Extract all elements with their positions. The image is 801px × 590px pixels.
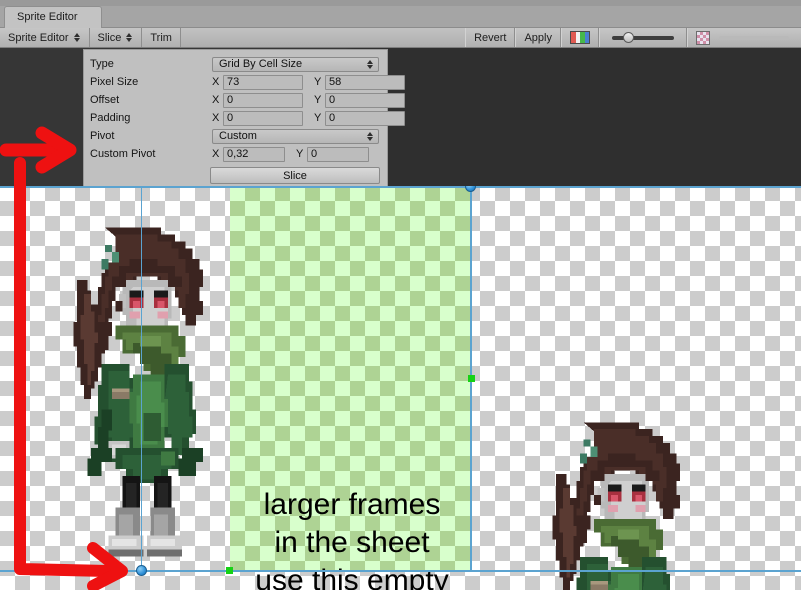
rgb-channel-icon — [570, 31, 590, 44]
sprite-sheet-canvas[interactable]: larger frames in the sheet use this empt… — [0, 186, 801, 590]
slice-type-label: Type — [90, 58, 114, 70]
axis-y-label: Y — [314, 76, 322, 88]
pivot-value: Custom — [219, 130, 257, 142]
slice-type-dropdown[interactable]: Grid By Cell Size — [212, 56, 379, 72]
empty-space-note: larger frames in the sheet use this empt… — [232, 486, 472, 590]
selection-border-top — [0, 186, 801, 188]
pivot-marker-right[interactable] — [468, 375, 475, 382]
chevron-updown-icon — [367, 131, 374, 142]
offset-label: Offset — [90, 94, 120, 106]
alpha-checker-icon — [696, 30, 710, 45]
axis-x-label: X — [212, 76, 220, 88]
selection-border-bottom — [0, 570, 801, 572]
axis-x-label: X — [212, 94, 220, 106]
slice-row-custom-pivot: Custom Pivot X 0,32 Y 0 — [90, 145, 379, 163]
editor-toolbar: Sprite Editor Slice Trim Revert Apply — [0, 28, 801, 48]
toolbar-sprite-editor-menu[interactable]: Sprite Editor — [0, 28, 90, 47]
slice-row-padding: Padding X 0 Y 0 — [90, 109, 405, 127]
alpha-slider-track[interactable] — [719, 35, 789, 40]
selection-handle-bottom-left[interactable] — [136, 565, 147, 576]
selection-border-left — [141, 186, 142, 572]
zoom-slider-knob[interactable] — [623, 32, 635, 43]
slice-type-value: Grid By Cell Size — [219, 58, 303, 70]
toolbar-slice-label: Slice — [97, 31, 122, 44]
offset-x-input[interactable]: 0 — [223, 92, 303, 108]
pixel-size-y-input[interactable]: 58 — [325, 74, 405, 90]
pivot-label: Pivot — [90, 130, 115, 142]
updown-arrow-icon — [126, 32, 133, 43]
empty-space-note-line-2: in the sheet — [274, 526, 430, 559]
rgb-channel-toggle[interactable] — [561, 28, 599, 47]
toolbar-sprite-editor-label: Sprite Editor — [8, 31, 69, 44]
pixel-size-label: Pixel Size — [90, 76, 139, 88]
padding-y-input[interactable]: 0 — [325, 110, 405, 126]
alpha-slider[interactable] — [687, 28, 801, 47]
window-chrome-strip — [0, 0, 801, 6]
axis-x-label: X — [212, 148, 220, 160]
axis-y-label: Y — [296, 148, 304, 160]
toolbar-right-group: Revert Apply — [465, 28, 801, 47]
slice-row-pivot: Pivot Custom — [90, 127, 379, 145]
offset-y-input[interactable]: 0 — [325, 92, 405, 108]
zoom-slider-control[interactable] — [608, 28, 678, 47]
axis-y-label: Y — [314, 94, 322, 106]
pixel-size-fields: X 73 Y 58 — [212, 74, 405, 90]
chevron-updown-icon — [367, 59, 374, 70]
custom-pivot-label: Custom Pivot — [90, 148, 156, 160]
apply-label: Apply — [524, 31, 552, 44]
selection-handle-top-right[interactable] — [465, 186, 476, 192]
axis-y-label: Y — [314, 112, 322, 124]
padding-x-input[interactable]: 0 — [223, 110, 303, 126]
padding-fields: X 0 Y 0 — [212, 110, 405, 126]
empty-space-note-line-1: larger frames — [263, 488, 441, 521]
toolbar-spacer — [180, 28, 466, 47]
toolbar-trim-label: Trim — [150, 31, 172, 44]
empty-space-note-line-3: use this empty — [255, 564, 449, 590]
sprite-frame-left[interactable] — [56, 216, 238, 561]
slice-row-pixel-size: Pixel Size X 73 Y 58 — [90, 73, 405, 91]
alpha-slider-control[interactable] — [715, 28, 793, 47]
revert-button[interactable]: Revert — [465, 28, 516, 47]
custom-pivot-fields: X 0,32 Y 0 — [212, 146, 379, 162]
revert-label: Revert — [474, 31, 507, 44]
pivot-dropdown[interactable]: Custom — [212, 128, 379, 144]
zoom-slider-track[interactable] — [612, 32, 674, 43]
sprite-frame-right[interactable] — [527, 412, 723, 590]
custom-pivot-y-input[interactable]: 0 — [307, 146, 369, 162]
sprite-editor-window: Sprite Editor Sprite Editor Slice Trim R… — [0, 0, 801, 590]
slice-row-type: Type Grid By Cell Size — [90, 55, 379, 73]
toolbar-trim-button[interactable]: Trim — [142, 28, 181, 47]
offset-fields: X 0 Y 0 — [212, 92, 405, 108]
custom-pivot-x-input[interactable]: 0,32 — [223, 146, 285, 162]
window-tab-sprite-editor[interactable]: Sprite Editor — [4, 6, 102, 28]
pivot-marker-bottom[interactable] — [226, 567, 233, 574]
slice-row-offset: Offset X 0 Y 0 — [90, 91, 405, 109]
slice-button[interactable]: Slice — [210, 167, 380, 184]
toolbar-slice-menu[interactable]: Slice — [89, 28, 143, 47]
zoom-slider[interactable] — [599, 28, 687, 47]
padding-label: Padding — [90, 112, 131, 124]
updown-arrow-icon — [73, 32, 81, 43]
slice-settings-panel: Type Grid By Cell Size Pixel Size X 73 Y… — [83, 49, 405, 191]
window-tab-bar: Sprite Editor — [0, 0, 801, 28]
apply-button[interactable]: Apply — [515, 28, 561, 47]
pixel-size-x-input[interactable]: 73 — [223, 74, 303, 90]
axis-x-label: X — [212, 112, 220, 124]
